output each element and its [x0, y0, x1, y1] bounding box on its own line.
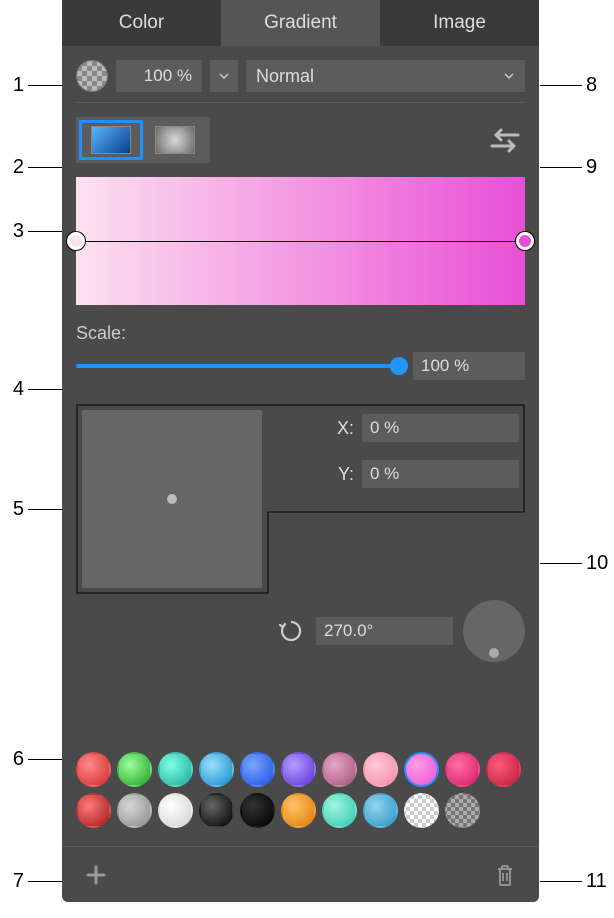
blend-mode-select[interactable]: Normal [246, 60, 525, 92]
gradient-bar[interactable] [76, 177, 525, 305]
preset-swatch[interactable] [322, 793, 357, 828]
y-field[interactable]: 0 % [362, 460, 519, 488]
preset-swatch[interactable] [199, 793, 234, 828]
chevron-down-icon [218, 70, 230, 82]
trash-icon [495, 863, 515, 887]
x-label: X: [276, 418, 354, 439]
callout-2: 2 [0, 156, 62, 179]
gradient-type-segmented [76, 117, 210, 163]
gradient-editor [62, 177, 539, 323]
angle-dial-marker[interactable] [489, 648, 499, 658]
angle-row: 270.0° [262, 594, 539, 662]
position-pad[interactable] [82, 410, 262, 588]
preset-swatch[interactable] [486, 752, 521, 787]
reset-angle-button[interactable] [276, 616, 306, 646]
gradient-presets [76, 752, 525, 828]
preset-swatch[interactable] [117, 752, 152, 787]
scale-label: Scale: [76, 323, 525, 344]
plus-icon [85, 864, 107, 886]
preset-swatch[interactable] [363, 752, 398, 787]
opacity-stepper[interactable] [210, 60, 238, 92]
reset-ccw-icon [278, 618, 304, 644]
preset-swatch[interactable] [281, 793, 316, 828]
radial-gradient-button[interactable] [143, 120, 207, 160]
callout-4: 4 [0, 378, 62, 401]
preset-swatch[interactable] [445, 752, 480, 787]
callout-6: 6 [0, 748, 62, 771]
callout-10: 10 [540, 552, 614, 575]
preset-swatch[interactable] [117, 793, 152, 828]
angle-dial[interactable] [463, 600, 525, 662]
scale-area: Scale: 100 % [62, 323, 539, 394]
preset-swatch[interactable] [76, 752, 111, 787]
preset-swatch[interactable] [445, 793, 480, 828]
reverse-gradient-button[interactable] [485, 122, 525, 158]
y-label: Y: [276, 464, 354, 485]
callout-7: 7 [0, 870, 62, 893]
add-preset-button[interactable] [80, 859, 112, 891]
delete-preset-button[interactable] [489, 859, 521, 891]
preset-swatch[interactable] [240, 752, 275, 787]
callout-1: 1 [0, 74, 62, 97]
tab-gradient[interactable]: Gradient [221, 0, 380, 46]
gradient-axis [76, 241, 525, 242]
gradient-stop-end[interactable] [516, 232, 534, 250]
linear-gradient-button[interactable] [79, 120, 143, 160]
swap-arrows-icon [488, 126, 522, 154]
presets-footer [62, 846, 539, 902]
x-field[interactable]: 0 % [362, 414, 519, 442]
preset-swatch[interactable] [404, 793, 439, 828]
preset-swatch[interactable] [76, 793, 111, 828]
position-fields: X: 0 % Y: 0 % [276, 414, 519, 506]
callout-3: 3 [0, 220, 62, 243]
chevron-down-icon [503, 70, 515, 82]
preset-swatch[interactable] [322, 752, 357, 787]
opacity-field[interactable]: 100 % [116, 60, 202, 92]
preset-swatch[interactable] [240, 793, 275, 828]
callout-11: 11 [540, 870, 614, 893]
radial-gradient-icon [155, 126, 195, 154]
scale-field[interactable]: 100 % [413, 352, 525, 380]
linear-gradient-icon [91, 126, 131, 154]
opacity-blend-row: 100 % Normal [62, 46, 539, 102]
position-area: X: 0 % Y: 0 % [76, 404, 525, 594]
preset-swatch[interactable] [363, 793, 398, 828]
preset-swatch[interactable] [158, 793, 193, 828]
tab-image[interactable]: Image [380, 0, 539, 46]
tab-color[interactable]: Color [62, 0, 221, 46]
callout-5: 5 [0, 498, 62, 521]
scale-slider[interactable] [76, 357, 399, 375]
fill-type-tabs: Color Gradient Image [62, 0, 539, 46]
slider-fill [76, 364, 399, 368]
preset-swatch[interactable] [199, 752, 234, 787]
slider-thumb[interactable] [390, 357, 408, 375]
gradient-type-row [62, 103, 539, 177]
gradient-inspector-panel: Color Gradient Image 100 % Normal [62, 0, 539, 902]
preset-swatch[interactable] [404, 752, 439, 787]
position-pad-dot[interactable] [167, 494, 177, 504]
gradient-stop-start[interactable] [67, 232, 85, 250]
preset-swatch[interactable] [158, 752, 193, 787]
opacity-well[interactable] [76, 60, 108, 92]
callout-8: 8 [540, 74, 614, 97]
preset-swatch[interactable] [281, 752, 316, 787]
angle-field[interactable]: 270.0° [316, 617, 453, 645]
blend-mode-value: Normal [256, 66, 314, 87]
callout-9: 9 [540, 156, 614, 179]
